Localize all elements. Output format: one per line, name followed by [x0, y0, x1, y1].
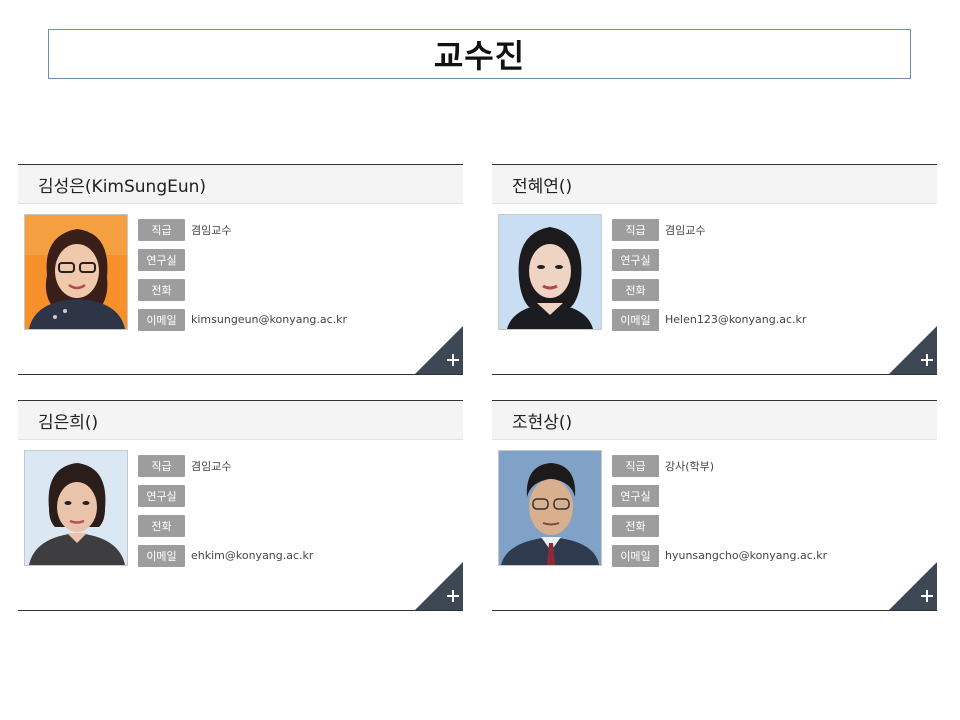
office-label: 연구실	[612, 484, 659, 507]
email-value: hyunsangcho@konyang.ac.kr	[665, 549, 828, 562]
page-title: 교수진	[433, 37, 526, 75]
professor-name: 조현상()	[492, 401, 937, 440]
professor-card: 김은희() 직급 겸임교수 연구실 전화 이메일 ehkim@konyang.ac.…	[18, 400, 463, 611]
position-label: 직급	[138, 454, 185, 477]
professor-photo	[498, 214, 602, 330]
position-label: 직급	[138, 218, 185, 241]
professor-name: 김성은(KimSungEun)	[18, 165, 463, 204]
page-title-box: 교수진	[48, 29, 911, 79]
more-button[interactable]	[889, 326, 937, 374]
professor-info: 직급 겸임교수 연구실 전화 이메일 ehkim@konyang.ac.kr	[138, 454, 313, 574]
position-label: 직급	[612, 454, 659, 477]
professor-card: 조현상() 직급 강사(학부) 연구실 전화 이메일 hyunsangcho@kon…	[492, 400, 937, 611]
professor-name: 전혜연()	[492, 165, 937, 204]
plus-icon	[415, 562, 463, 610]
professor-info: 직급 겸임교수 연구실 전화 이메일 Helen123@konyang.ac.kr	[612, 218, 806, 338]
email-value: kimsungeun@konyang.ac.kr	[191, 313, 348, 326]
professor-photo	[24, 214, 128, 330]
position-label: 직급	[612, 218, 659, 241]
position-value: 겸임교수	[191, 459, 232, 473]
professor-info: 직급 강사(학부) 연구실 전화 이메일 hyunsangcho@konyang.a…	[612, 454, 827, 574]
phone-label: 전화	[138, 514, 185, 537]
plus-icon	[889, 562, 937, 610]
position-value: 겸임교수	[665, 223, 706, 237]
plus-icon	[889, 326, 937, 374]
office-label: 연구실	[138, 484, 185, 507]
plus-icon	[415, 326, 463, 374]
more-button[interactable]	[415, 326, 463, 374]
professor-photo	[498, 450, 602, 566]
email-value: Helen123@konyang.ac.kr	[665, 313, 807, 326]
phone-label: 전화	[612, 514, 659, 537]
office-label: 연구실	[138, 248, 185, 271]
professor-card: 전혜연() 직급 겸임교수 연구실 전화 이메일 Helen123@konyang.…	[492, 164, 937, 375]
office-label: 연구실	[612, 248, 659, 271]
professor-card: 김성은(KimSungEun) 직급 겸임교수 연구실 전화 이메일 kimsung…	[18, 164, 463, 375]
more-button[interactable]	[889, 562, 937, 610]
email-label: 이메일	[612, 308, 659, 331]
email-label: 이메일	[138, 544, 185, 567]
email-value: ehkim@konyang.ac.kr	[191, 549, 314, 562]
professor-photo	[24, 450, 128, 566]
position-value: 강사(학부)	[665, 459, 715, 473]
professor-info: 직급 겸임교수 연구실 전화 이메일 kimsungeun@konyang.ac.k…	[138, 218, 347, 338]
professor-name: 김은희()	[18, 401, 463, 440]
email-label: 이메일	[612, 544, 659, 567]
phone-label: 전화	[612, 278, 659, 301]
more-button[interactable]	[415, 562, 463, 610]
phone-label: 전화	[138, 278, 185, 301]
email-label: 이메일	[138, 308, 185, 331]
position-value: 겸임교수	[191, 223, 232, 237]
